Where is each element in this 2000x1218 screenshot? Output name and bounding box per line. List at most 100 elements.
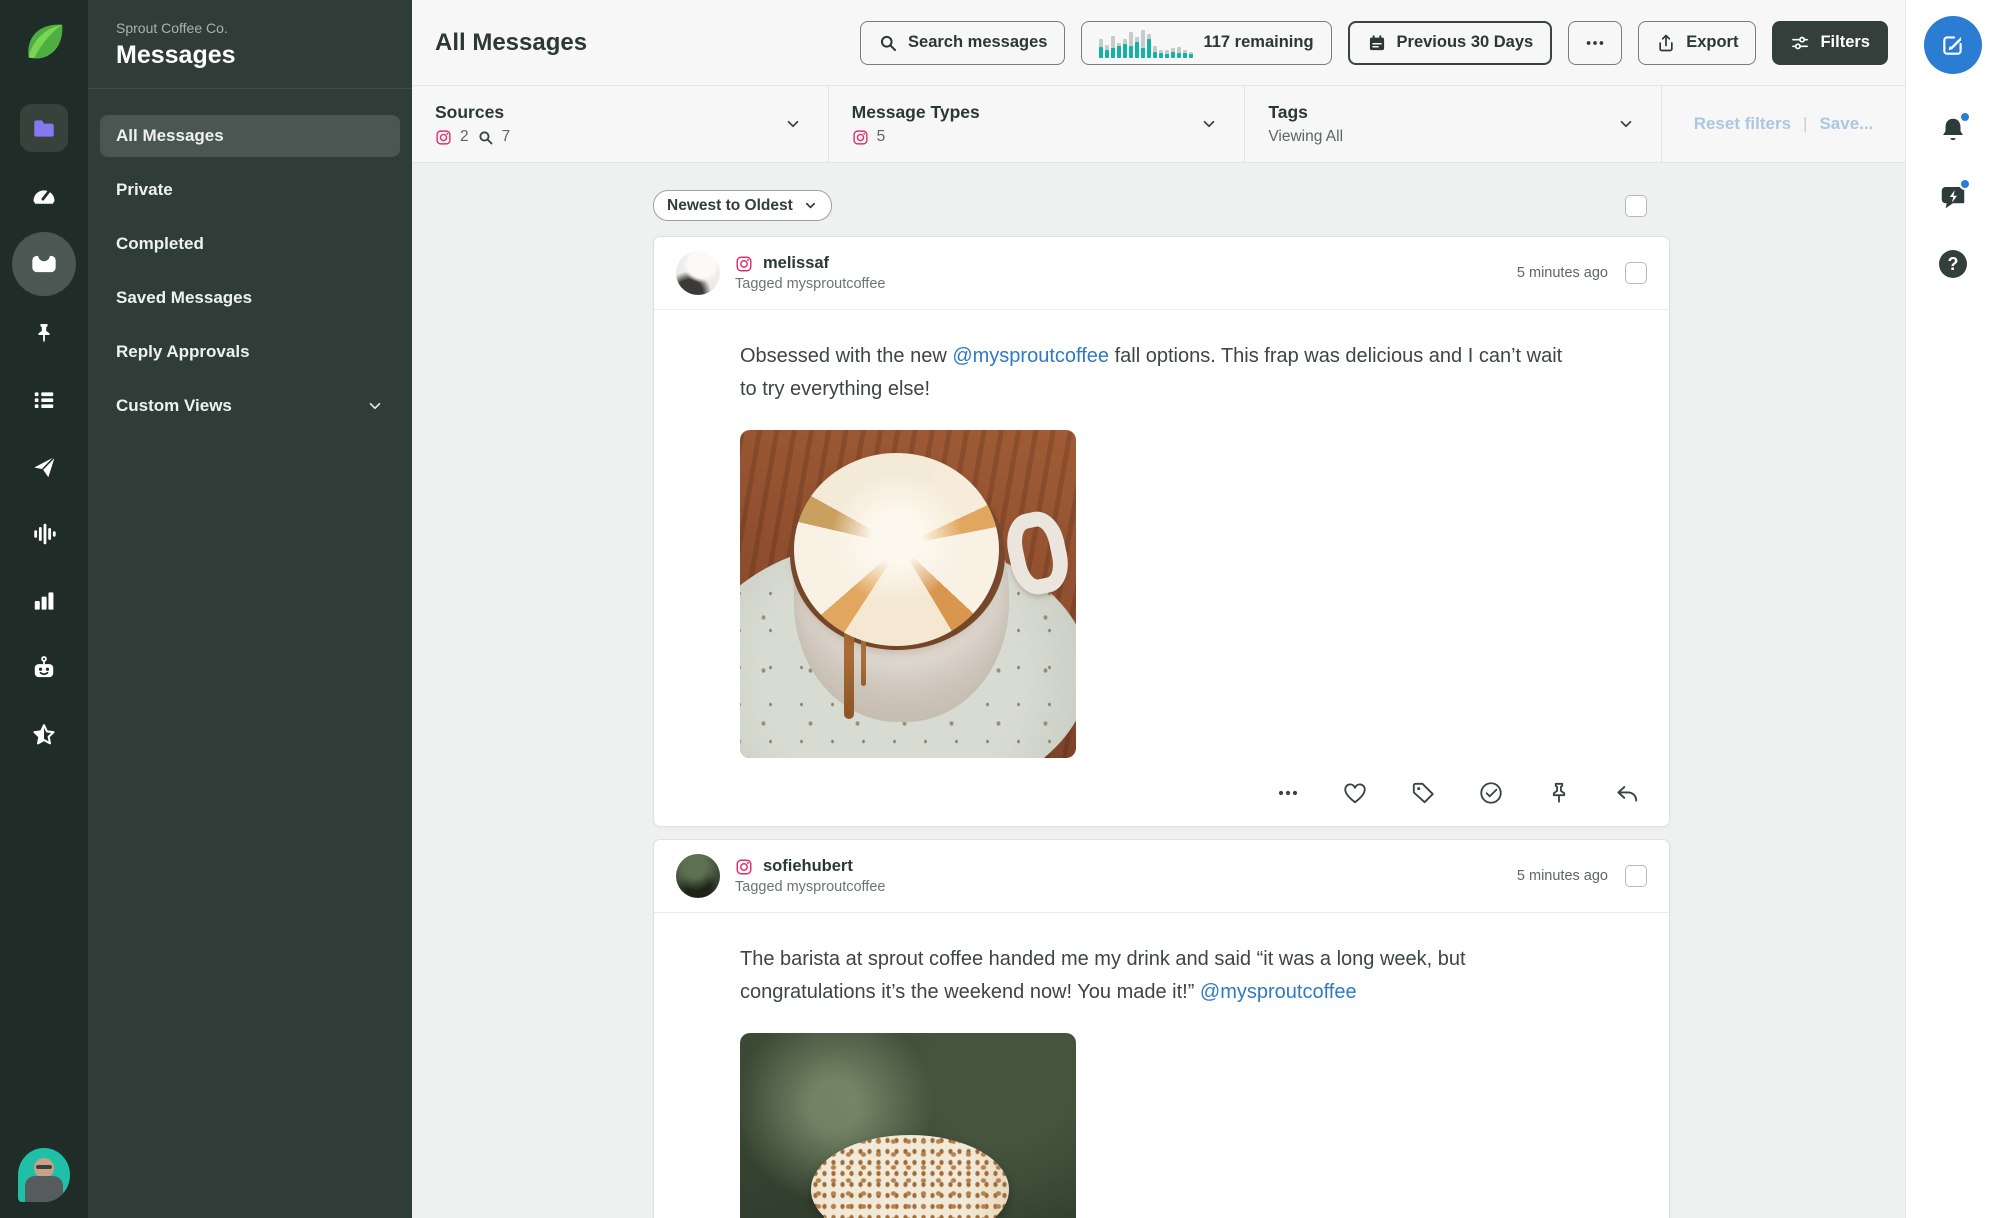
reply-button[interactable] — [1614, 780, 1640, 806]
paper-plane-icon — [31, 454, 57, 480]
avatar-glasses — [36, 1165, 52, 1169]
instagram-icon — [735, 255, 753, 273]
reset-filters-link[interactable]: Reset filters — [1694, 114, 1791, 134]
rail-item-automation[interactable] — [16, 644, 72, 692]
message-text: Obsessed with the new @mysproutcoffee fa… — [740, 340, 1581, 406]
more-actions-button[interactable] — [1276, 781, 1300, 805]
tagged-label: Tagged mysproutcoffee — [735, 276, 886, 292]
save-view-link[interactable]: Save... — [1819, 114, 1873, 134]
check-circle-icon — [1480, 782, 1502, 804]
rail-item-tasks[interactable] — [16, 376, 72, 424]
feedback-button[interactable] — [1933, 177, 1973, 217]
filter-bar: Sources 2 7 Message Types 5 Tags Viewing… — [412, 86, 1905, 163]
sprout-logo-icon[interactable] — [21, 18, 67, 66]
instagram-icon — [852, 129, 869, 146]
folder-icon — [31, 115, 57, 141]
message-body: Obsessed with the new @mysproutcoffee fa… — [654, 310, 1669, 764]
app-window: Sprout Coffee Co. Messages All Messages … — [0, 0, 2000, 1218]
select-all-checkbox[interactable] — [1625, 194, 1647, 217]
message-checkbox[interactable] — [1625, 262, 1647, 284]
sidebar-item-custom-views[interactable]: Custom Views — [100, 385, 400, 427]
message-card-header: melissaf Tagged mysproutcoffee 5 minutes… — [654, 237, 1669, 310]
rail-item-pinned[interactable] — [16, 309, 72, 357]
search-messages-button[interactable]: Search messages — [860, 20, 1066, 65]
sidebar-item-all-messages[interactable]: All Messages — [100, 115, 400, 157]
sources-instagram-count: 2 — [460, 128, 469, 145]
toolbar: Search messages 117 remaining Previous 3… — [860, 20, 1888, 65]
export-icon — [1656, 33, 1676, 53]
help-button[interactable]: ? — [1933, 244, 1973, 284]
calendar-icon — [1367, 33, 1387, 53]
list-controls: Newest to Oldest — [653, 190, 1670, 221]
avatar-body — [25, 1176, 63, 1202]
star-icon — [31, 722, 57, 748]
nav-label: Private — [116, 180, 173, 199]
pushpin-icon — [32, 321, 56, 345]
reply-icon — [1617, 786, 1638, 802]
message-text-pre: Obsessed with the new — [740, 345, 953, 367]
message-photo[interactable] — [740, 430, 1076, 758]
rail-item-folders[interactable] — [20, 104, 68, 152]
message-list: Newest to Oldest melissaf Tagged mysprou… — [412, 163, 1905, 1218]
chevron-down-icon — [805, 202, 815, 209]
like-button[interactable] — [1342, 780, 1368, 806]
sidebar-title: Messages — [116, 41, 236, 69]
filter-actions: Reset filters | Save... — [1662, 86, 1905, 162]
tag-button[interactable] — [1410, 780, 1436, 806]
sender-avatar[interactable] — [676, 251, 720, 295]
nav-label: All Messages — [116, 126, 224, 145]
pin-button[interactable] — [1546, 780, 1572, 806]
mention-link[interactable]: @mysproutcoffee — [952, 345, 1109, 367]
complete-button[interactable] — [1478, 780, 1504, 806]
sidebar-item-private[interactable]: Private — [100, 169, 400, 211]
app-rail — [0, 0, 88, 1218]
export-button[interactable]: Export — [1638, 20, 1757, 65]
rail-item-inbox[interactable] — [12, 232, 76, 296]
photo-whipped-cream — [793, 452, 999, 647]
filters-button[interactable]: Filters — [1772, 20, 1888, 65]
tags-label: Tags — [1268, 102, 1308, 122]
timestamp: 5 minutes ago — [1516, 265, 1608, 281]
notifications-button[interactable] — [1933, 110, 1973, 150]
rail-item-reviews[interactable] — [16, 711, 72, 759]
message-body: The barista at sprout coffee handed me m… — [654, 913, 1669, 1218]
message-volume-button[interactable]: 117 remaining — [1081, 20, 1332, 65]
mention-link[interactable]: @mysproutcoffee — [1200, 981, 1357, 1003]
message-checkbox[interactable] — [1625, 865, 1647, 887]
inbox-icon — [30, 250, 58, 278]
message-types-filter[interactable]: Message Types 5 — [829, 86, 1246, 162]
instagram-icon — [735, 858, 753, 876]
rail-item-listening[interactable] — [16, 510, 72, 558]
tags-filter[interactable]: Tags Viewing All — [1245, 86, 1663, 162]
bot-icon — [31, 655, 57, 681]
date-range-label: Previous 30 Days — [1396, 33, 1534, 51]
compose-button[interactable] — [1924, 16, 1982, 74]
sources-search-count: 7 — [501, 128, 511, 145]
compose-icon — [1943, 36, 1962, 55]
message-actions — [654, 764, 1669, 826]
rail-item-publishing[interactable] — [16, 443, 72, 491]
notification-dot — [1959, 178, 1971, 190]
sidebar-item-reply-approvals[interactable]: Reply Approvals — [100, 331, 400, 373]
sender-username[interactable]: melissaf — [763, 254, 829, 273]
photo-froth — [810, 1135, 1009, 1218]
rail-item-reports[interactable] — [16, 577, 72, 625]
more-options-button[interactable] — [1568, 20, 1623, 65]
message-types-label: Message Types — [851, 102, 980, 122]
rail-item-dashboard[interactable] — [16, 171, 72, 219]
message-volume-histogram — [1099, 28, 1194, 58]
sort-order-dropdown[interactable]: Newest to Oldest — [653, 190, 832, 221]
sidebar-item-saved-messages[interactable]: Saved Messages — [100, 277, 400, 319]
user-avatar[interactable] — [18, 1148, 70, 1202]
sidebar-item-completed[interactable]: Completed — [100, 223, 400, 265]
sender-username[interactable]: sofiehubert — [763, 857, 853, 876]
message-photo[interactable] — [740, 1033, 1076, 1218]
date-range-button[interactable]: Previous 30 Days — [1347, 20, 1553, 65]
timestamp: 5 minutes ago — [1516, 868, 1608, 884]
export-label: Export — [1686, 33, 1739, 51]
search-source-icon — [477, 129, 494, 146]
messages-sidebar: Sprout Coffee Co. Messages All Messages … — [88, 0, 412, 1218]
utility-rail: ? — [1905, 0, 2000, 1218]
sender-avatar[interactable] — [676, 854, 720, 898]
sources-filter[interactable]: Sources 2 7 — [412, 86, 829, 162]
